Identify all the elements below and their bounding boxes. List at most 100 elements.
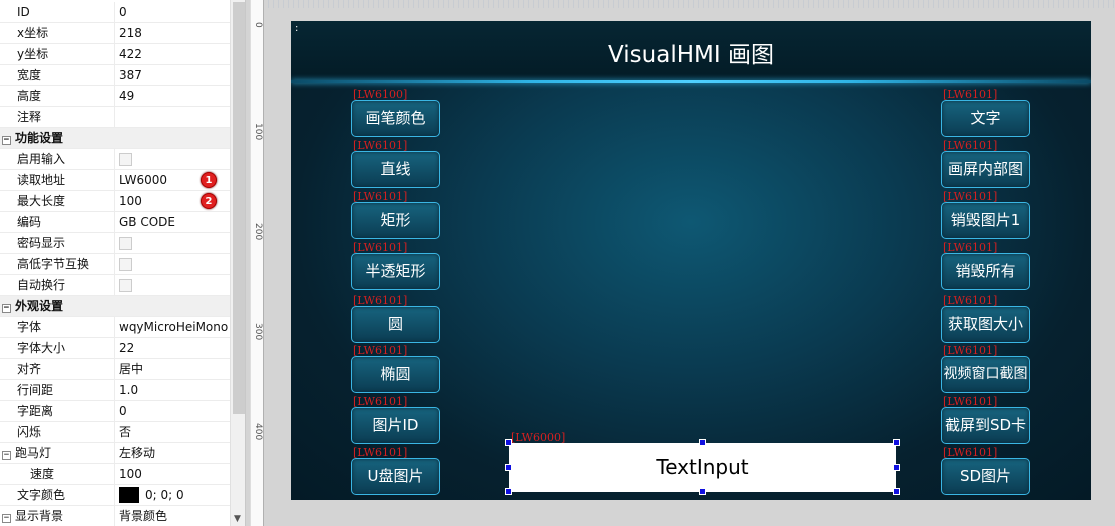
address-label: [LW6101] [353, 241, 408, 254]
prop-name: 启用输入 [17, 152, 66, 166]
ruler-tick: 400 [253, 423, 263, 441]
destroy-image1-button[interactable]: 销毁图片1 [941, 202, 1030, 239]
header-divider [291, 80, 1091, 83]
prop-value[interactable]: 1.0 [114, 380, 230, 400]
category-label: 外观设置 [15, 299, 64, 313]
resize-handle[interactable] [505, 488, 512, 495]
prop-row-enable-input[interactable]: 启用输入 [0, 149, 230, 170]
destroy-all-button[interactable]: 销毁所有 [941, 253, 1030, 290]
collapse-icon[interactable]: − [2, 451, 11, 460]
screenshot-sd-button[interactable]: 截屏到SD卡 [941, 407, 1030, 444]
prop-value[interactable]: 422 [114, 44, 230, 64]
prop-row-read-address[interactable]: 读取地址 LW6000 1 [0, 170, 230, 191]
prop-value[interactable]: wqyMicroHeiMono [114, 317, 230, 337]
prop-row-max-length[interactable]: 最大长度 100 2 [0, 191, 230, 212]
prop-row-width[interactable]: 宽度 387 [0, 65, 230, 86]
internal-image-button[interactable]: 画屏内部图 [941, 151, 1030, 188]
sd-image-button[interactable]: SD图片 [941, 458, 1030, 495]
prop-row-marquee[interactable]: − 跑马灯 左移动 [0, 443, 230, 464]
prop-row-blink[interactable]: 闪烁 否 [0, 422, 230, 443]
prop-name: 自动换行 [17, 278, 66, 292]
category-appearance[interactable]: − 外观设置 [0, 296, 230, 317]
prop-row-comment[interactable]: 注释 [0, 107, 230, 128]
address-label: [LW6101] [943, 190, 998, 203]
resize-handle[interactable] [893, 464, 900, 471]
prop-name: 跑马灯 [15, 446, 52, 460]
prop-value[interactable] [114, 107, 230, 127]
prop-name: 宽度 [17, 68, 42, 82]
prop-row-byte-swap[interactable]: 高低字节互换 [0, 254, 230, 275]
password-checkbox[interactable] [119, 237, 132, 250]
prop-value[interactable]: 背景颜色 [114, 506, 230, 526]
word-wrap-checkbox[interactable] [119, 279, 132, 292]
image-id-button[interactable]: 图片ID [351, 407, 440, 444]
translucent-rect-button[interactable]: 半透矩形 [351, 253, 440, 290]
prop-value[interactable]: 否 [114, 422, 230, 442]
prop-row-font-size[interactable]: 字体大小 22 [0, 338, 230, 359]
scrollbar-thumb[interactable] [233, 2, 245, 414]
circle-button[interactable]: 圆 [351, 306, 440, 343]
category-function[interactable]: − 功能设置 [0, 128, 230, 149]
prop-name: 密码显示 [17, 236, 66, 250]
prop-row-password[interactable]: 密码显示 [0, 233, 230, 254]
prop-value[interactable]: 387 [114, 65, 230, 85]
prop-row-id[interactable]: ID 0 [0, 2, 230, 23]
prop-name: 高度 [17, 89, 42, 103]
prop-value: 0; 0; 0 [145, 488, 184, 502]
text-input-widget[interactable]: TextInput [509, 443, 896, 492]
prop-row-height[interactable]: 高度 49 [0, 86, 230, 107]
get-image-size-button[interactable]: 获取图大小 [941, 306, 1030, 343]
annotation-badge-1: 1 [201, 172, 217, 188]
prop-row-x[interactable]: x坐标 218 [0, 23, 230, 44]
prop-row-y[interactable]: y坐标 422 [0, 44, 230, 65]
pen-color-button[interactable]: 画笔颜色 [351, 100, 440, 137]
address-label: [LW6101] [943, 241, 998, 254]
line-button[interactable]: 直线 [351, 151, 440, 188]
enable-input-checkbox[interactable] [119, 153, 132, 166]
prop-name: x坐标 [17, 26, 49, 40]
usb-image-button[interactable]: U盘图片 [351, 458, 440, 495]
prop-value[interactable]: 左移动 [114, 443, 230, 463]
prop-row-align[interactable]: 对齐 居中 [0, 359, 230, 380]
resize-handle[interactable] [699, 439, 706, 446]
address-label: [LW6101] [353, 190, 408, 203]
resize-handle[interactable] [505, 439, 512, 446]
prop-row-line-spacing[interactable]: 行间距 1.0 [0, 380, 230, 401]
resize-handle[interactable] [699, 488, 706, 495]
prop-value[interactable]: 0 [114, 401, 230, 421]
prop-value[interactable]: 100 [114, 464, 230, 484]
prop-value[interactable]: 49 [114, 86, 230, 106]
prop-value[interactable]: 居中 [114, 359, 230, 379]
prop-row-text-color[interactable]: 文字颜色 0; 0; 0 [0, 485, 230, 506]
collapse-icon[interactable]: − [2, 514, 11, 523]
resize-handle[interactable] [893, 439, 900, 446]
prop-row-word-wrap[interactable]: 自动换行 [0, 275, 230, 296]
prop-value[interactable]: 22 [114, 338, 230, 358]
prop-row-speed[interactable]: 速度 100 [0, 464, 230, 485]
collapse-icon[interactable]: − [2, 304, 11, 313]
ellipse-button[interactable]: 椭圆 [351, 356, 440, 393]
design-canvas[interactable]: 0 100 200 300 400 : VisualHMI 画图 [LW6100… [246, 0, 1115, 526]
address-label: [LW6101] [353, 344, 408, 357]
prop-row-font[interactable]: 字体 wqyMicroHeiMono [0, 317, 230, 338]
prop-row-char-spacing[interactable]: 字距离 0 [0, 401, 230, 422]
byte-swap-checkbox[interactable] [119, 258, 132, 271]
prop-value[interactable]: 218 [114, 23, 230, 43]
prop-value[interactable]: GB CODE [114, 212, 230, 232]
resize-handle[interactable] [893, 488, 900, 495]
prop-row-encoding[interactable]: 编码 GB CODE [0, 212, 230, 233]
prop-value[interactable]: 0 [114, 2, 230, 22]
chevron-down-icon[interactable]: ▼ [234, 514, 241, 524]
color-swatch [119, 487, 139, 503]
resize-handle[interactable] [505, 464, 512, 471]
rectangle-button[interactable]: 矩形 [351, 202, 440, 239]
collapse-icon[interactable]: − [2, 136, 11, 145]
address-label: [LW6101] [353, 395, 408, 408]
video-snapshot-button[interactable]: 视频窗口截图 [941, 356, 1030, 393]
hmi-screen[interactable]: : VisualHMI 画图 [LW6100] 画笔颜色 [LW6101] 直线… [291, 21, 1091, 500]
prop-name: 字距离 [17, 404, 54, 418]
prop-name: 字体大小 [17, 341, 66, 355]
prop-row-show-background[interactable]: − 显示背景 背景颜色 [0, 506, 230, 526]
text-button[interactable]: 文字 [941, 100, 1030, 137]
property-scrollbar[interactable]: ▼ [230, 0, 245, 526]
